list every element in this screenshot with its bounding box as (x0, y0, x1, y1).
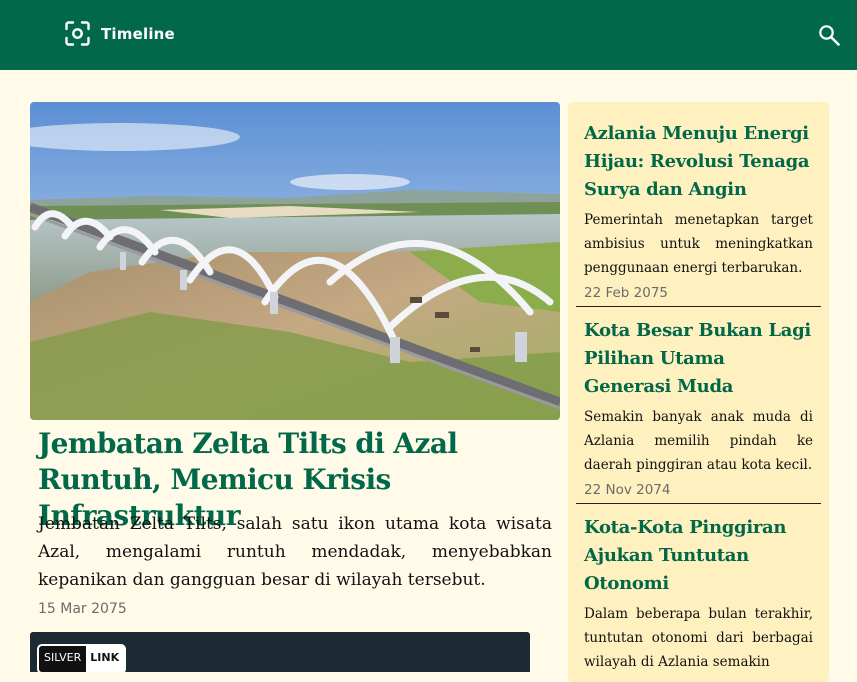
sidebar-article-summary: Pemerintah menetapkan target ambisius un… (584, 212, 813, 276)
sidebar-article-list: Azlania Menuju Energi Hijau: Revolusi Te… (568, 102, 829, 682)
studio-badge: SILVER LINK (37, 644, 127, 672)
app-title: Timeline (101, 24, 175, 43)
bridge-photo (30, 102, 560, 420)
sidebar-article-title[interactable]: Azlania Menuju Energi Hijau: Revolusi Te… (576, 120, 821, 204)
search-icon (819, 25, 840, 46)
sidebar-article-date: 22 Feb 2075 (584, 285, 669, 301)
top-nav-bar: Timeline (0, 0, 857, 70)
hero-image[interactable] (30, 102, 560, 420)
sidebar-article-summary: Semakin banyak anak muda di Azlania memi… (584, 409, 813, 473)
next-article-thumbnail[interactable]: SILVER LINK (30, 632, 530, 672)
sidebar-article[interactable]: Kota Besar Bukan Lagi Pilihan Utama Gene… (576, 317, 821, 504)
sidebar-article-date: 22 Nov 2074 (584, 482, 671, 498)
camera-focus-icon (65, 21, 90, 46)
sidebar-article-title[interactable]: Kota-Kota Pinggiran Ajukan Tuntutan Oton… (576, 514, 821, 598)
sidebar-article-title[interactable]: Kota Besar Bukan Lagi Pilihan Utama Gene… (576, 317, 821, 401)
sidebar-article[interactable]: Azlania Menuju Energi Hijau: Revolusi Te… (576, 120, 821, 307)
search-button[interactable] (818, 24, 840, 46)
badge-right: LINK (86, 646, 125, 672)
hero-date: 15 Mar 2075 (38, 601, 127, 617)
sidebar-article[interactable]: Kota-Kota Pinggiran Ajukan Tuntutan Oton… (576, 514, 821, 682)
brand[interactable]: Timeline (65, 21, 175, 46)
sidebar-article-summary: Dalam beberapa bulan terakhir, tuntutan … (584, 606, 813, 670)
hero-summary: Jembatan Zelta Tilts, salah satu ikon ut… (38, 514, 552, 590)
badge-left: SILVER (39, 646, 87, 672)
